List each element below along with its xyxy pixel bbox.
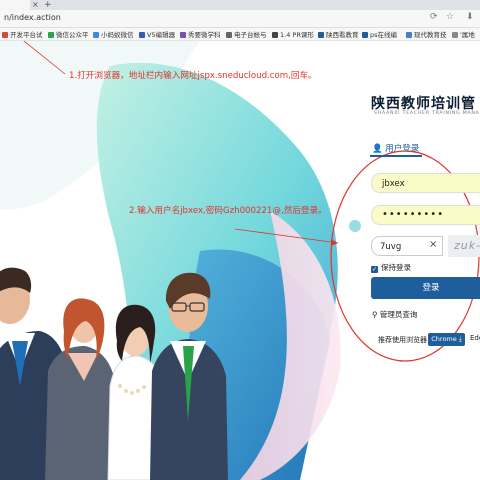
active-tab-indicator <box>370 155 422 157</box>
new-tab-icon[interactable]: + <box>44 0 52 10</box>
bookmark-icon <box>272 32 278 38</box>
system-subtitle: SHAANXI TEACHER TRAINING MANA <box>374 111 480 116</box>
bookmark-icon <box>139 32 145 38</box>
tab-close-icon[interactable]: × <box>32 0 39 10</box>
password-field[interactable]: ••••••••• <box>371 205 480 225</box>
bookmark-item[interactable]: V5编辑器 <box>139 29 175 39</box>
login-button[interactable]: 登录 <box>371 277 480 299</box>
reload-icon[interactable]: ⟳ <box>430 12 438 22</box>
download-icon: ⤓ <box>458 335 462 343</box>
bookmark-item[interactable]: 微信公众平 <box>48 29 89 39</box>
bookmark-icon <box>318 32 324 38</box>
captcha-image[interactable]: zuk- <box>448 235 480 257</box>
password-value: ••••••••• <box>382 209 445 220</box>
tab-user-login-label: 用户登录 <box>385 144 420 154</box>
bookmark-item[interactable]: 开发平台试 <box>2 29 43 39</box>
browser-tab-strip: × + <box>0 0 480 10</box>
user-icon: 👤 <box>372 144 383 154</box>
bookmark-item[interactable]: 电子台帐与 <box>226 29 267 39</box>
username-value: jbxex <box>382 179 405 189</box>
address-bar[interactable]: n/index.action ⟳ ☆ ⬇ <box>0 10 480 28</box>
bookmark-icon <box>226 32 232 38</box>
annotation-step-1: 1.打开浏览器，地址栏内输入网址jspx.sneducloud.com,回车。 <box>69 71 317 81</box>
bookmark-item[interactable]: ps在线编 <box>362 29 397 39</box>
bookmark-item[interactable]: 现代教育技 <box>406 29 447 39</box>
chrome-label: Chrome <box>431 335 457 343</box>
bookmark-icon <box>93 32 99 38</box>
bookmark-icon <box>452 32 458 38</box>
bookmark-icon <box>2 32 8 38</box>
bookmark-item[interactable]: '属地 <box>452 29 475 39</box>
captcha-value: 7uvg <box>380 242 402 252</box>
username-field[interactable]: jbxex <box>371 173 480 193</box>
tab-user-login[interactable]: 👤 用户登录 <box>372 142 419 154</box>
admin-query-link[interactable]: ⚲ 管理员查询 <box>372 309 417 320</box>
bookmark-icon <box>406 32 412 38</box>
bookmark-icon <box>48 32 54 38</box>
edge-download-link[interactable]: Edg <box>470 334 480 342</box>
bookmarks-bar: 开发平台试 微信公众平 小蚂蚁微信 V5编辑器 秀要微学科 电子台帐与 1.4 … <box>0 28 480 41</box>
clear-captcha-icon[interactable]: × <box>429 239 437 250</box>
browser-recommend-text: 推荐使用浏览器 <box>378 336 427 344</box>
bookmark-item[interactable]: 陕西看教育 <box>318 29 359 39</box>
search-icon: ⚲ <box>372 310 378 319</box>
system-title: 陕西教师培训管 <box>371 96 476 112</box>
remember-login[interactable]: ✓ 保持登录 <box>371 262 411 273</box>
bookmark-item[interactable]: 1.4 PR课形 <box>272 29 314 39</box>
bookmark-icon <box>362 32 368 38</box>
remember-label: 保持登录 <box>381 263 411 272</box>
browser-tab[interactable] <box>0 0 30 10</box>
bookmark-item[interactable]: 秀要微学科 <box>180 29 221 39</box>
bookmark-item[interactable]: 小蚂蚁微信 <box>93 29 134 39</box>
url-text[interactable]: n/index.action <box>4 13 61 22</box>
page-content: 1.打开浏览器，地址栏内输入网址jspx.sneducloud.com,回车。 … <box>0 41 480 480</box>
bookmark-icon <box>180 32 186 38</box>
admin-query-label: 管理员查询 <box>379 310 418 319</box>
star-icon[interactable]: ☆ <box>446 12 454 22</box>
checkbox-icon[interactable]: ✓ <box>371 266 378 273</box>
chrome-download-button[interactable]: Chrome ⤓ <box>428 333 465 346</box>
annotation-step-2: 2.输入用户名jbxex,密码Gzh000221@,然后登录。 <box>129 206 327 216</box>
download-icon[interactable]: ⬇ <box>466 12 474 22</box>
captcha-image-text: zuk- <box>454 239 480 252</box>
